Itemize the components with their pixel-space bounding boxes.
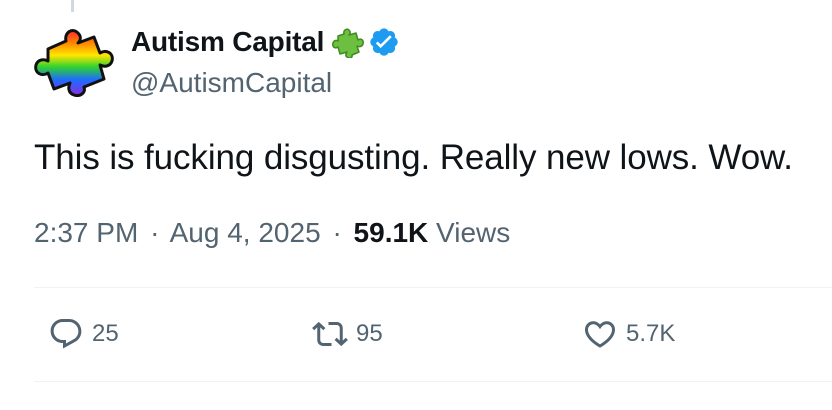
- tweet-date[interactable]: Aug 4, 2025: [170, 217, 321, 248]
- views-label[interactable]: Views: [436, 217, 510, 248]
- divider: [34, 287, 832, 288]
- reply-bubble-icon: [50, 319, 82, 349]
- thread-connector-line: [71, 0, 74, 12]
- verified-badge-icon[interactable]: [368, 26, 400, 58]
- author-name-row: Autism Capital: [131, 24, 400, 60]
- like-button[interactable]: 5.7K: [582, 314, 675, 354]
- reply-count: 25: [92, 320, 119, 347]
- meta-separator: ·: [150, 217, 160, 248]
- retweet-icon: [312, 321, 348, 347]
- avatar[interactable]: [34, 25, 114, 97]
- tweet-meta: 2:37 PM · Aug 4, 2025 · 59.1K Views: [34, 214, 510, 252]
- reply-button[interactable]: 25: [48, 314, 119, 354]
- heart-icon: [584, 321, 616, 348]
- retweet-count: 95: [356, 320, 383, 347]
- author-display-name[interactable]: Autism Capital: [131, 24, 324, 60]
- views-count[interactable]: 59.1K: [354, 217, 429, 248]
- meta-separator: ·: [332, 217, 342, 248]
- divider: [34, 381, 832, 382]
- green-puzzle-piece-icon: [332, 28, 365, 58]
- tweet-time[interactable]: 2:37 PM: [34, 217, 138, 248]
- tweet-text: This is fucking disgusting. Really new l…: [34, 138, 793, 177]
- rainbow-puzzle-piece-icon: [34, 29, 114, 97]
- retweet-button[interactable]: 95: [312, 314, 383, 354]
- like-count: 5.7K: [626, 320, 676, 347]
- author-handle[interactable]: @AutismCapital: [131, 66, 332, 100]
